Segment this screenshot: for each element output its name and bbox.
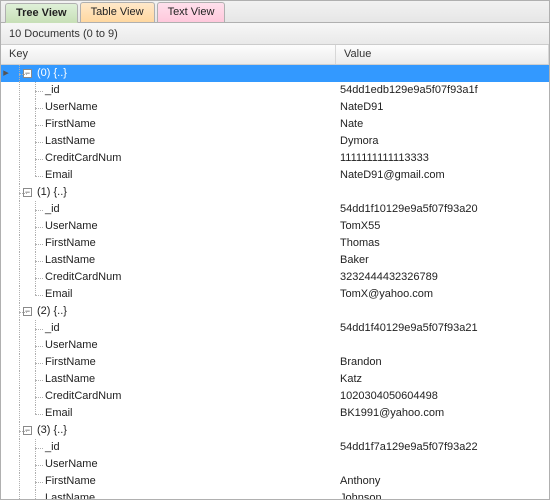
tree-node[interactable]: −(2) {..} (1, 303, 549, 320)
tree-leaf[interactable]: UserName TomX55 (1, 218, 549, 235)
field-value: TomX55 (336, 218, 549, 235)
field-value: 54dd1f7a129e9a5f07f93a22 (336, 439, 549, 456)
tab-tree-view[interactable]: Tree View (5, 3, 78, 23)
field-key: LastName (43, 133, 95, 150)
field-key: UserName (43, 99, 98, 116)
field-value: Brandon (336, 354, 549, 371)
tree-leaf[interactable]: LastName Baker (1, 252, 549, 269)
field-value: 54dd1f40129e9a5f07f93a21 (336, 320, 549, 337)
tree-leaf[interactable]: _id 54dd1f40129e9a5f07f93a21 (1, 320, 549, 337)
tab-table-view[interactable]: Table View (80, 2, 155, 22)
field-value: Dymora (336, 133, 549, 150)
field-key: FirstName (43, 354, 96, 371)
field-key: LastName (43, 252, 95, 269)
tab-bar: Tree View Table View Text View (1, 1, 549, 23)
column-key[interactable]: Key (1, 45, 336, 64)
field-key: _id (43, 439, 60, 456)
tree-leaf[interactable]: LastName Katz (1, 371, 549, 388)
tree-leaf[interactable]: FirstName Thomas (1, 235, 549, 252)
tree-leaf[interactable]: UserName (1, 456, 549, 473)
tree-leaf[interactable]: LastName Dymora (1, 133, 549, 150)
tree-leaf[interactable]: FirstName Brandon (1, 354, 549, 371)
tree-body[interactable]: ▸−(0) {..}_id54dd1edb129e9a5f07f93a1fUse… (1, 65, 549, 499)
tree-leaf[interactable]: FirstName Anthony (1, 473, 549, 490)
field-value: 54dd1f10129e9a5f07f93a20 (336, 201, 549, 218)
field-key: CreditCardNum (43, 388, 121, 405)
field-key: FirstName (43, 473, 96, 490)
field-value: Johnson (336, 490, 549, 499)
field-key: LastName (43, 371, 95, 388)
node-label: (1) {..} (35, 184, 67, 201)
row-marker-icon: ▸ (1, 65, 11, 82)
tree-leaf[interactable]: Email BK1991@yahoo.com (1, 405, 549, 422)
field-value: Nate (336, 116, 549, 133)
field-value: 3232444432326789 (336, 269, 549, 286)
tree-leaf[interactable]: LastName Johnson (1, 490, 549, 499)
field-value: 1111111111113333 (336, 150, 549, 167)
tree-leaf[interactable]: Email TomX@yahoo.com (1, 286, 549, 303)
field-key: UserName (43, 337, 98, 354)
field-key: Email (43, 405, 73, 422)
field-key: UserName (43, 218, 98, 235)
tree-leaf[interactable]: _id 54dd1f7a129e9a5f07f93a22 (1, 439, 549, 456)
mongo-viewer-window: Tree View Table View Text View 10 Docume… (0, 0, 550, 500)
field-value: Baker (336, 252, 549, 269)
field-key: _id (43, 201, 60, 218)
field-value: 1020304050604498 (336, 388, 549, 405)
node-label: (0) {..} (35, 65, 67, 82)
status-bar: 10 Documents (0 to 9) (1, 23, 549, 45)
node-label: (2) {..} (35, 303, 67, 320)
field-key: Email (43, 167, 73, 184)
field-key: _id (43, 320, 60, 337)
field-value: 54dd1edb129e9a5f07f93a1f (336, 82, 549, 99)
field-value: BK1991@yahoo.com (336, 405, 549, 422)
tree-leaf[interactable]: UserName NateD91 (1, 99, 549, 116)
field-value: Thomas (336, 235, 549, 252)
field-value: Anthony (336, 473, 549, 490)
field-key: LastName (43, 490, 95, 499)
field-value (336, 337, 549, 354)
field-value: NateD91 (336, 99, 549, 116)
column-headers: Key Value (1, 45, 549, 65)
field-key: UserName (43, 456, 98, 473)
field-value: TomX@yahoo.com (336, 286, 549, 303)
field-value: NateD91@gmail.com (336, 167, 549, 184)
tree-leaf[interactable]: FirstName Nate (1, 116, 549, 133)
field-value (336, 456, 549, 473)
tree-node[interactable]: ▸−(0) {..} (1, 65, 549, 82)
tree-node[interactable]: −(1) {..} (1, 184, 549, 201)
field-key: CreditCardNum (43, 150, 121, 167)
field-key: FirstName (43, 116, 96, 133)
tree-node[interactable]: −(3) {..} (1, 422, 549, 439)
field-key: Email (43, 286, 73, 303)
tree-leaf[interactable]: UserName (1, 337, 549, 354)
field-key: _id (43, 82, 60, 99)
field-key: CreditCardNum (43, 269, 121, 286)
tree-leaf[interactable]: _id 54dd1edb129e9a5f07f93a1f (1, 82, 549, 99)
field-value: Katz (336, 371, 549, 388)
tree-leaf[interactable]: CreditCardNum 1111111111113333 (1, 150, 549, 167)
tree-leaf[interactable]: CreditCardNum 1020304050604498 (1, 388, 549, 405)
tree-leaf[interactable]: CreditCardNum 3232444432326789 (1, 269, 549, 286)
field-key: FirstName (43, 235, 96, 252)
tab-text-view[interactable]: Text View (157, 2, 226, 22)
column-value[interactable]: Value (336, 45, 549, 64)
tree-leaf[interactable]: Email NateD91@gmail.com (1, 167, 549, 184)
node-label: (3) {..} (35, 422, 67, 439)
tree-leaf[interactable]: _id 54dd1f10129e9a5f07f93a20 (1, 201, 549, 218)
